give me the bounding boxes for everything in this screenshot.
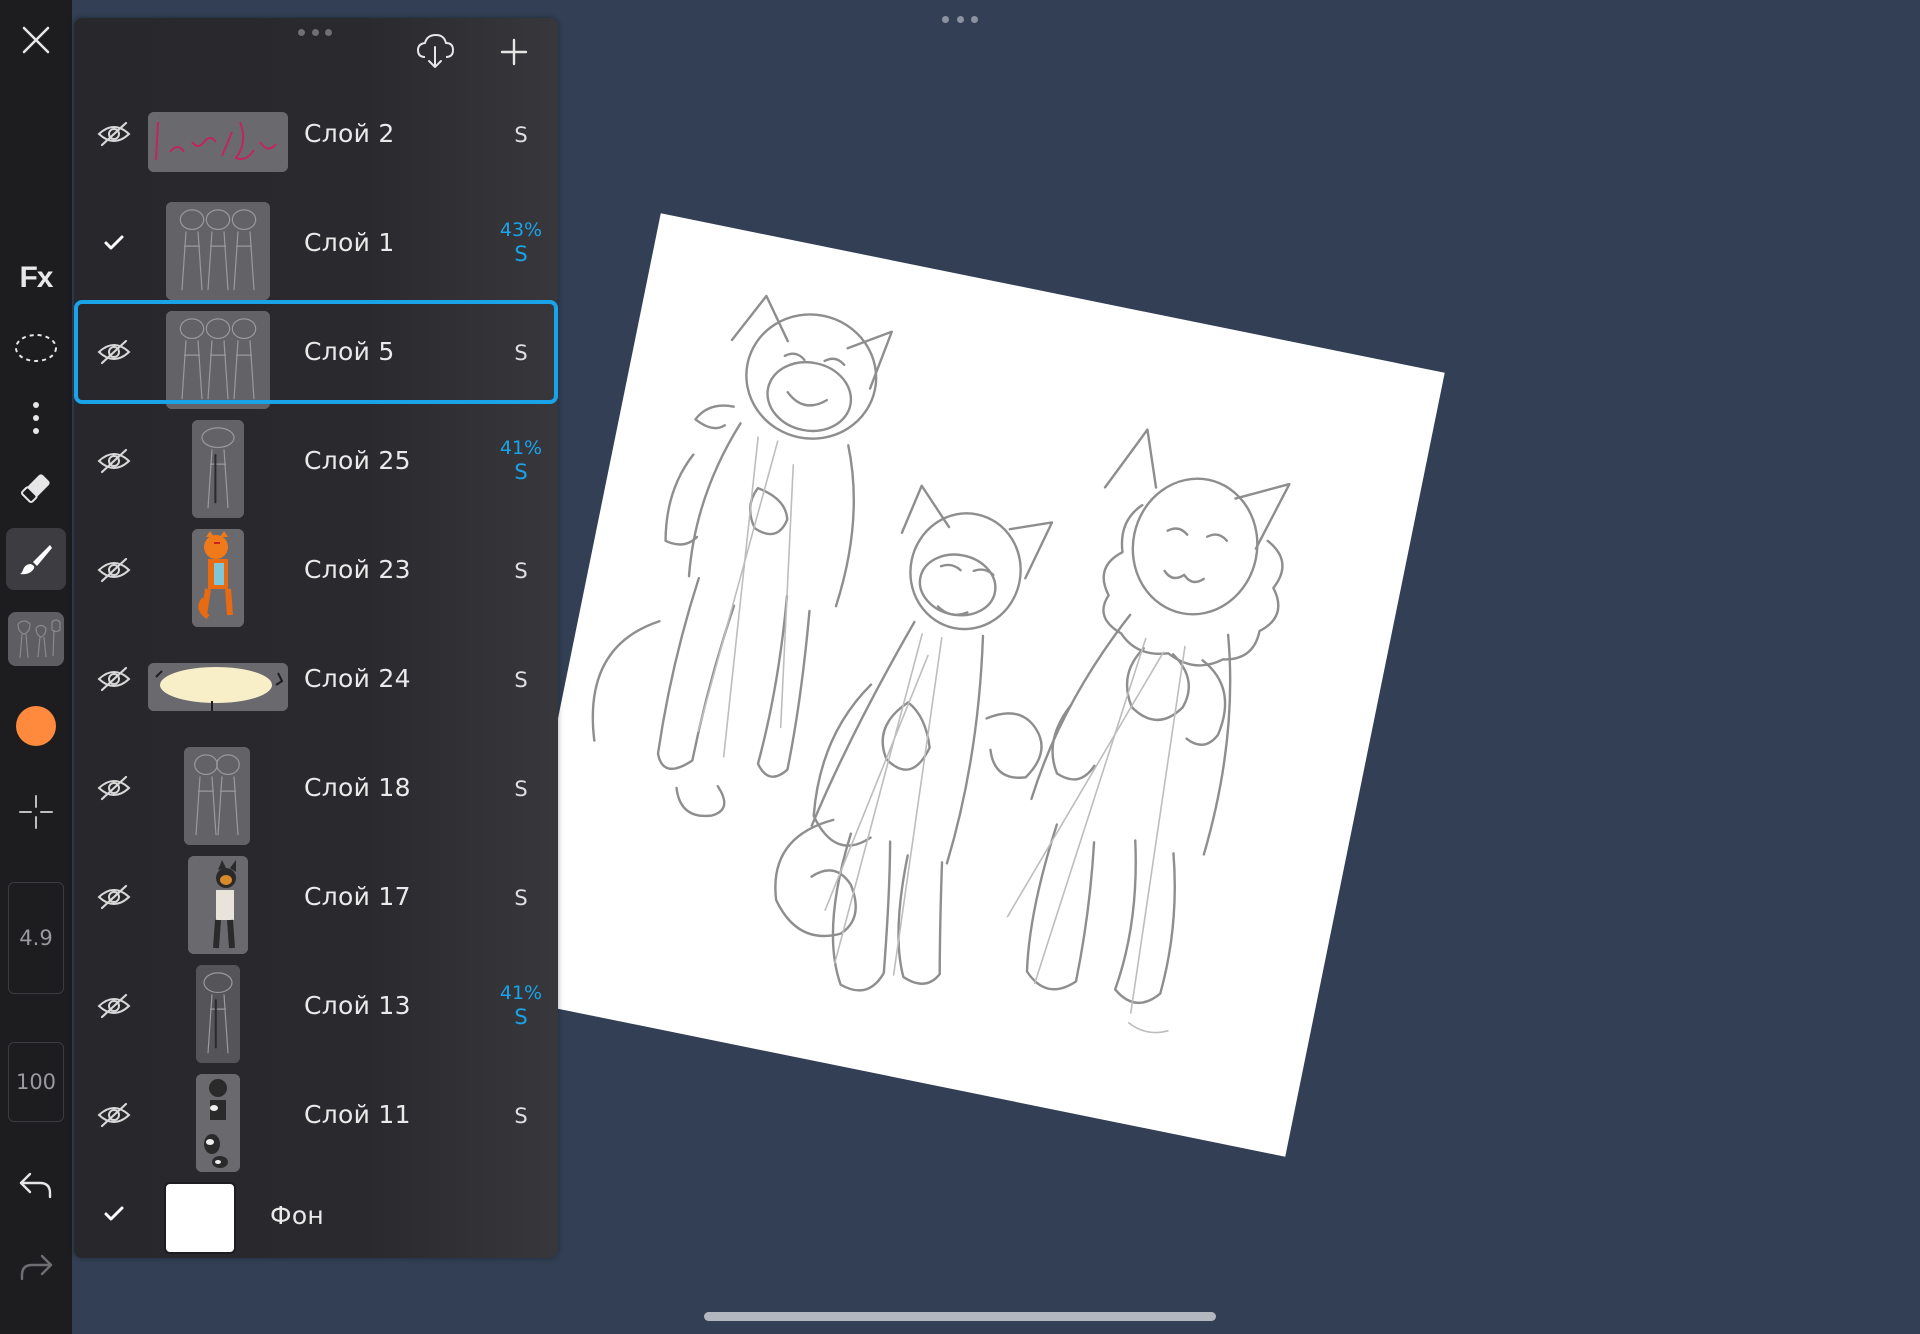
hidden-eye-icon[interactable] [94,332,134,372]
layer-thumbnail [192,420,244,518]
hidden-eye-icon[interactable] [94,1095,134,1135]
hidden-eye-icon[interactable] [94,550,134,590]
layer-thumbnail [148,663,288,711]
app-root: Fx 4.9 100 Слой 2 S Слой 1 43% S Слой 5 … [0,0,1920,1334]
fx-label: Fx [19,261,53,294]
layer-opacity: 41% [499,982,543,1004]
left-toolbar: Fx 4.9 100 [0,0,72,1334]
brush-button[interactable] [6,528,66,590]
redo-button[interactable] [0,1246,72,1290]
layer-row[interactable]: Слой 2 S [74,82,558,186]
layer-row[interactable]: Слой 23 S [74,518,558,627]
layer-row[interactable]: Слой 24 S [74,627,558,731]
undo-button[interactable] [0,1164,72,1208]
more-vertical-icon [33,402,39,434]
layer-row[interactable]: Слой 11 S [74,1063,558,1172]
layer-thumbnail [166,202,270,300]
lasso-select-button[interactable] [0,328,72,368]
close-button[interactable] [0,18,72,62]
layer-blend-mode[interactable]: S [496,778,546,800]
cloud-download-button[interactable] [412,28,458,74]
brush-opacity-value: 100 [15,1070,57,1094]
layer-blend-mode[interactable]: S [496,342,546,364]
layer-blend-mode[interactable]: S [496,243,546,265]
layer-row[interactable]: Слой 18 S [74,736,558,845]
eraser-icon [20,474,50,504]
layer-row[interactable]: Слой 1 43% S [74,191,558,300]
home-indicator[interactable] [704,1312,1216,1321]
layer-row[interactable]: Слой 25 41% S [74,409,558,518]
layer-thumbnail [196,965,240,1063]
eraser-button[interactable] [0,466,72,510]
layer-row[interactable]: Слой 17 S [74,845,558,954]
undo-icon [19,1172,52,1199]
layer-thumbnail [164,1182,236,1254]
hidden-eye-icon[interactable] [94,441,134,481]
layer-name: Слой 23 [304,555,411,584]
layer-name: Слой 17 [304,882,411,911]
drawing-canvas[interactable] [501,213,1445,1157]
cloud-download-icon [416,33,455,68]
canvas-grabber[interactable] [942,14,978,24]
brush-icon [20,545,52,575]
color-swatch[interactable] [16,706,56,746]
lasso-select-icon [15,334,57,362]
brush-size-slider[interactable]: 4.9 [8,882,64,994]
visible-check-icon[interactable] [94,1194,134,1234]
layer-name: Слой 24 [304,664,411,693]
reference-thumbnail[interactable] [8,612,64,666]
layer-opacity: 41% [499,437,543,459]
layer-opacity: 43% [499,219,543,241]
layer-name: Фон [270,1201,325,1230]
sketch-drawing [591,294,1291,1034]
layer-blend-mode[interactable]: S [496,560,546,582]
transform-button[interactable] [0,790,72,834]
layer-thumbnail [148,112,288,172]
layer-row[interactable]: Слой 5 S [74,300,558,409]
layer-thumbnail [184,747,250,845]
layer-name: Слой 13 [304,991,411,1020]
layer-name: Слой 2 [304,119,395,148]
add-layer-icon [500,38,528,66]
layer-name: Слой 18 [304,773,411,802]
add-layer-button[interactable] [494,32,534,72]
fx-button[interactable]: Fx [0,258,72,298]
close-icon [22,26,50,54]
hidden-eye-icon[interactable] [94,768,134,808]
layer-blend-mode[interactable]: S [496,1006,546,1028]
layer-name: Слой 1 [304,228,395,257]
hidden-eye-icon[interactable] [94,986,134,1026]
redo-icon [20,1254,53,1281]
hidden-eye-icon[interactable] [94,659,134,699]
more-button[interactable] [0,398,72,438]
layer-thumbnail [196,1074,240,1172]
layer-name: Слой 25 [304,446,411,475]
layer-blend-mode[interactable]: S [496,669,546,691]
transform-icon [19,795,53,829]
layer-name: Слой 5 [304,337,395,366]
layer-thumbnail [188,856,248,954]
layer-blend-mode[interactable]: S [496,461,546,483]
layer-blend-mode[interactable]: S [496,887,546,909]
brush-size-value: 4.9 [19,926,53,950]
visible-check-icon[interactable] [94,223,134,263]
layer-row-background[interactable]: Фон [74,1172,558,1258]
layer-blend-mode[interactable]: S [496,124,546,146]
layer-thumbnail [192,529,244,627]
reference-thumbnail-image [8,612,64,666]
layer-thumbnail [166,311,270,409]
panel-grabber[interactable] [298,28,332,36]
layer-row[interactable]: Слой 13 41% S [74,954,558,1063]
hidden-eye-icon[interactable] [94,877,134,917]
layers-panel: Слой 2 S Слой 1 43% S Слой 5 S Слой 25 41% S Слой … [74,18,558,1258]
layer-blend-mode[interactable]: S [496,1105,546,1127]
layer-name: Слой 11 [304,1100,411,1129]
brush-opacity-slider[interactable]: 100 [8,1042,64,1122]
hidden-eye-icon[interactable] [94,114,134,154]
